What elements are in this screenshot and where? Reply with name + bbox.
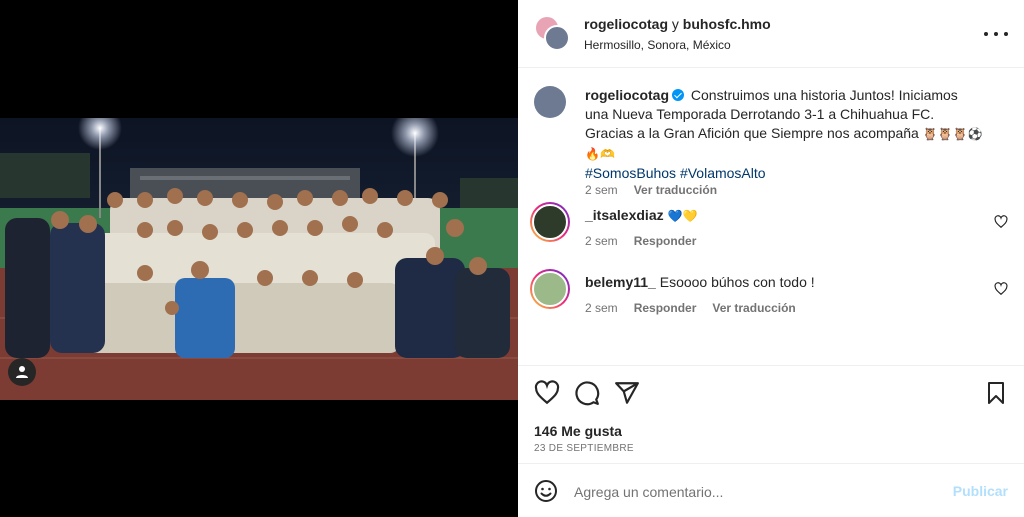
likes-count[interactable]: 146 Me gusta	[534, 423, 622, 439]
comment-text-block: _itsalexdiaz 💙💛	[585, 206, 985, 226]
team-photo-illustration	[0, 118, 518, 400]
comment-input[interactable]	[574, 479, 944, 505]
verified-badge-icon	[672, 89, 685, 101]
caption-meta: 2 sem Ver traducción	[585, 183, 717, 197]
avatar-buhosfc[interactable]	[544, 25, 570, 51]
hashtag-volamosalto[interactable]: #VolamosAlto	[680, 165, 766, 181]
reply-link[interactable]: Responder	[634, 301, 697, 315]
hashtag-somosbuhos[interactable]: #SomosBuhos	[585, 165, 676, 181]
caption-text-block: rogeliocotag Construimos una historia Ju…	[585, 86, 985, 183]
comment-time[interactable]: 2 sem	[585, 301, 618, 315]
action-bar	[534, 380, 1008, 406]
post-comment-button[interactable]: Publicar	[953, 483, 1008, 499]
comment-avatar[interactable]	[530, 202, 570, 242]
header-username-1[interactable]: rogeliocotag	[584, 16, 668, 32]
like-comment-heart-icon[interactable]	[994, 215, 1008, 229]
header-username-2[interactable]: buhosfc.hmo	[683, 16, 771, 32]
post-date[interactable]: 23 DE SEPTIEMBRE	[534, 443, 634, 454]
smiley-icon[interactable]	[534, 479, 558, 503]
caption-username[interactable]: rogeliocotag	[585, 87, 669, 103]
add-comment-bar: Publicar	[518, 463, 1024, 517]
more-options-icon[interactable]	[984, 24, 1008, 44]
see-translation-link[interactable]: Ver traducción	[634, 183, 717, 197]
post-details-panel: rogeliocotag y buhosfc.hmo Hermosillo, S…	[518, 0, 1024, 517]
post-location[interactable]: Hermosillo, Sonora, México	[584, 37, 771, 53]
collab-avatars[interactable]	[534, 15, 570, 51]
heart-icon[interactable]	[534, 380, 560, 406]
post-header: rogeliocotag y buhosfc.hmo Hermosillo, S…	[518, 0, 1024, 68]
comment-text: Esoooo búhos con todo !	[659, 274, 815, 290]
comment-meta: 2 sem Responder Ver traducción	[585, 301, 796, 315]
comment-username[interactable]: _itsalexdiaz	[585, 207, 664, 223]
see-translation-link[interactable]: Ver traducción	[712, 301, 795, 315]
bookmark-icon[interactable]	[984, 380, 1008, 406]
post-actions: 146 Me gusta 23 DE SEPTIEMBRE Publicar	[518, 365, 1024, 517]
like-comment-heart-icon[interactable]	[994, 282, 1008, 296]
share-icon[interactable]	[614, 380, 640, 406]
comment-meta: 2 sem Responder	[585, 234, 696, 248]
comment-username[interactable]: belemy11_	[585, 274, 656, 290]
comment-text-block: belemy11_ Esoooo búhos con todo !	[585, 273, 985, 292]
tagged-users-button[interactable]	[8, 358, 36, 386]
media-pane	[0, 0, 518, 517]
caption-time[interactable]: 2 sem	[585, 183, 618, 197]
comment-text: 💙💛	[667, 209, 698, 223]
comment-avatar[interactable]	[530, 269, 570, 309]
reply-link[interactable]: Responder	[634, 234, 697, 248]
caption-avatar[interactable]	[534, 86, 566, 118]
tag-user-icon	[16, 366, 28, 378]
header-conjunction: y	[671, 16, 679, 32]
post-photo[interactable]	[0, 118, 518, 400]
comment-time[interactable]: 2 sem	[585, 234, 618, 248]
comment-icon[interactable]	[574, 380, 600, 406]
comments-section: rogeliocotag Construimos una historia Ju…	[518, 69, 1024, 365]
